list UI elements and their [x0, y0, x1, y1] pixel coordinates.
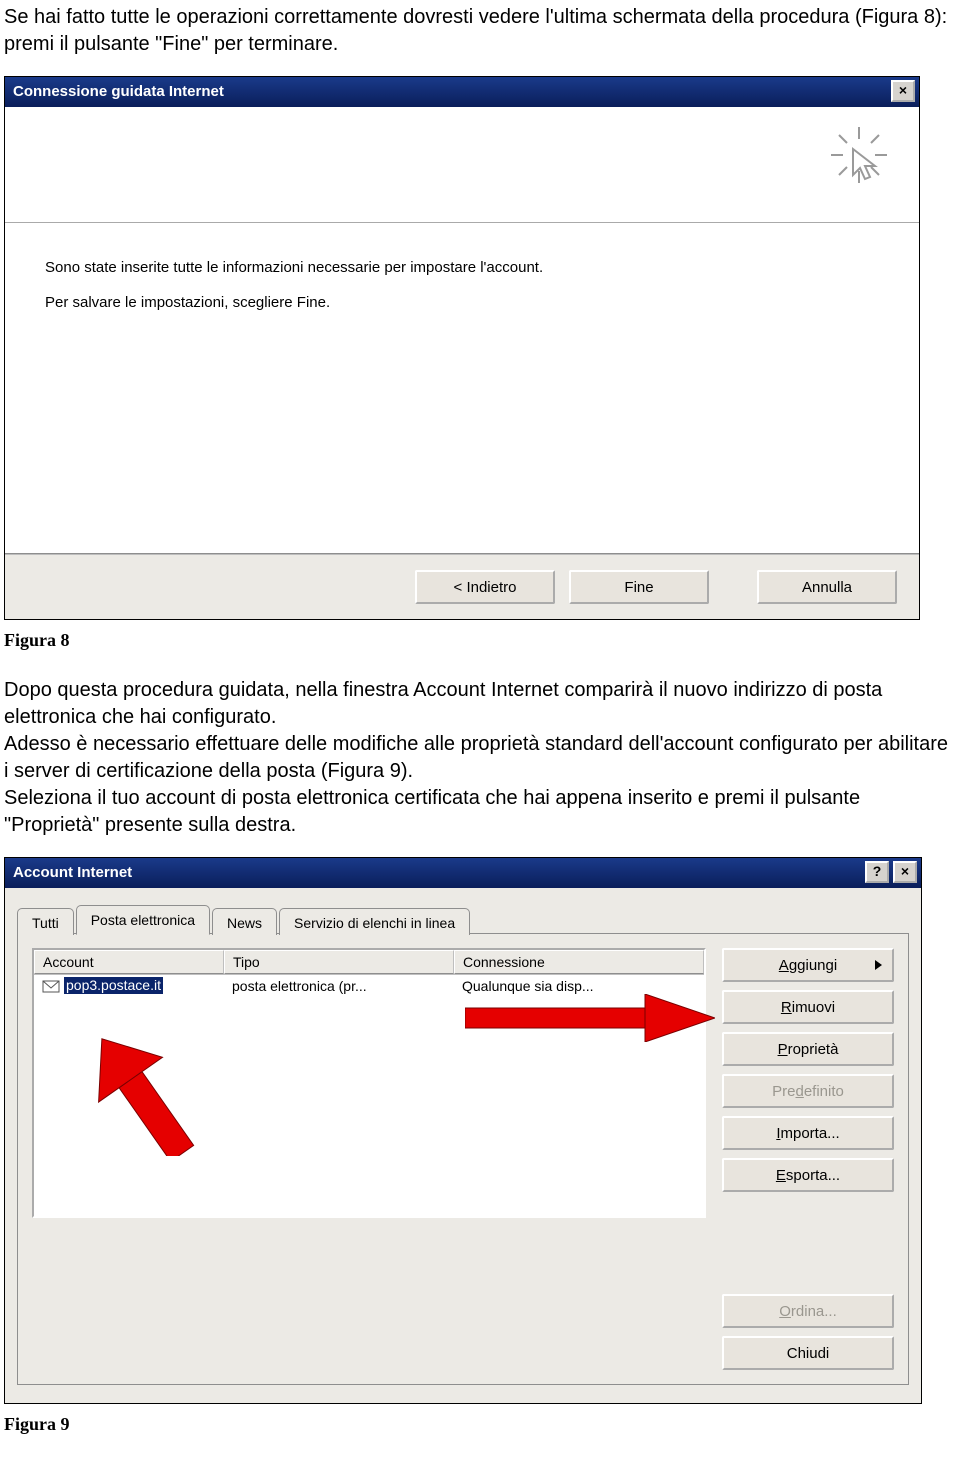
- help-icon[interactable]: ?: [865, 861, 889, 883]
- mail-icon: [42, 979, 60, 993]
- side-buttons: Aggiungi Rimuovi Proprietà Predefinito I…: [722, 948, 894, 1370]
- wizard-text-1: Sono state inserite tutte le informazion…: [45, 259, 879, 276]
- tab-directory[interactable]: Servizio di elenchi in linea: [279, 908, 470, 935]
- list-header: Account Tipo Connessione: [34, 950, 704, 975]
- row-account-name: pop3.postace.it: [64, 977, 163, 994]
- tab-all[interactable]: Tutti: [17, 908, 74, 935]
- wizard-banner: [5, 107, 919, 223]
- cancel-button[interactable]: Annulla: [757, 570, 897, 604]
- wizard-title: Connessione guidata Internet: [13, 83, 224, 100]
- close-icon[interactable]: ×: [891, 80, 915, 102]
- col-connessione[interactable]: Connessione: [454, 950, 704, 974]
- figure-8-caption: Figura 8: [4, 630, 960, 651]
- import-button[interactable]: Importa...: [722, 1116, 894, 1150]
- remove-button[interactable]: Rimuovi: [722, 990, 894, 1024]
- tab-news[interactable]: News: [212, 908, 277, 935]
- add-button[interactable]: Aggiungi: [722, 948, 894, 982]
- close-button[interactable]: Chiudi: [722, 1336, 894, 1370]
- back-button[interactable]: < Indietro: [415, 570, 555, 604]
- export-button[interactable]: Esporta...: [722, 1158, 894, 1192]
- mid-paragraph-1: Dopo questa procedura guidata, nella fin…: [0, 677, 960, 731]
- finish-button[interactable]: Fine: [569, 570, 709, 604]
- wizard-text-2: Per salvare le impostazioni, scegliere F…: [45, 294, 879, 311]
- col-account[interactable]: Account: [34, 950, 224, 974]
- default-button: Predefinito: [722, 1074, 894, 1108]
- figure-9-caption: Figura 9: [4, 1414, 960, 1435]
- wizard-dialog: Connessione guidata Internet ×: [4, 76, 920, 620]
- table-row[interactable]: pop3.postace.it posta elettronica (pr...…: [34, 975, 704, 996]
- wizard-button-bar: < Indietro Fine Annulla: [5, 555, 919, 619]
- account-list[interactable]: Account Tipo Connessione pop3.postace.it…: [32, 948, 706, 1218]
- account-title: Account Internet: [13, 864, 132, 881]
- tab-panel: Account Tipo Connessione pop3.postace.it…: [17, 933, 909, 1385]
- cursor-sparkle-icon: [829, 125, 889, 185]
- row-tipo: posta elettronica (pr...: [224, 976, 454, 996]
- account-internet-dialog: Account Internet ? × Tutti Posta elettro…: [4, 857, 922, 1404]
- mid-paragraph-3: Seleziona il tuo account di posta elettr…: [0, 785, 960, 839]
- chevron-right-icon: [875, 960, 882, 970]
- order-button: Ordina...: [722, 1294, 894, 1328]
- properties-button[interactable]: Proprietà: [722, 1032, 894, 1066]
- row-connessione: Qualunque sia disp...: [454, 976, 704, 996]
- account-titlebar: Account Internet ? ×: [5, 858, 921, 888]
- mid-paragraph-2: Adesso è necessario effettuare delle mod…: [0, 731, 960, 785]
- close-icon[interactable]: ×: [893, 861, 917, 883]
- intro-paragraph: Se hai fatto tutte le operazioni corrett…: [0, 4, 960, 58]
- col-tipo[interactable]: Tipo: [224, 950, 454, 974]
- wizard-body: Sono state inserite tutte le informazion…: [5, 223, 919, 553]
- tab-strip: Tutti Posta elettronica News Servizio di…: [17, 900, 909, 934]
- tab-mail[interactable]: Posta elettronica: [76, 905, 210, 935]
- wizard-titlebar: Connessione guidata Internet ×: [5, 77, 919, 107]
